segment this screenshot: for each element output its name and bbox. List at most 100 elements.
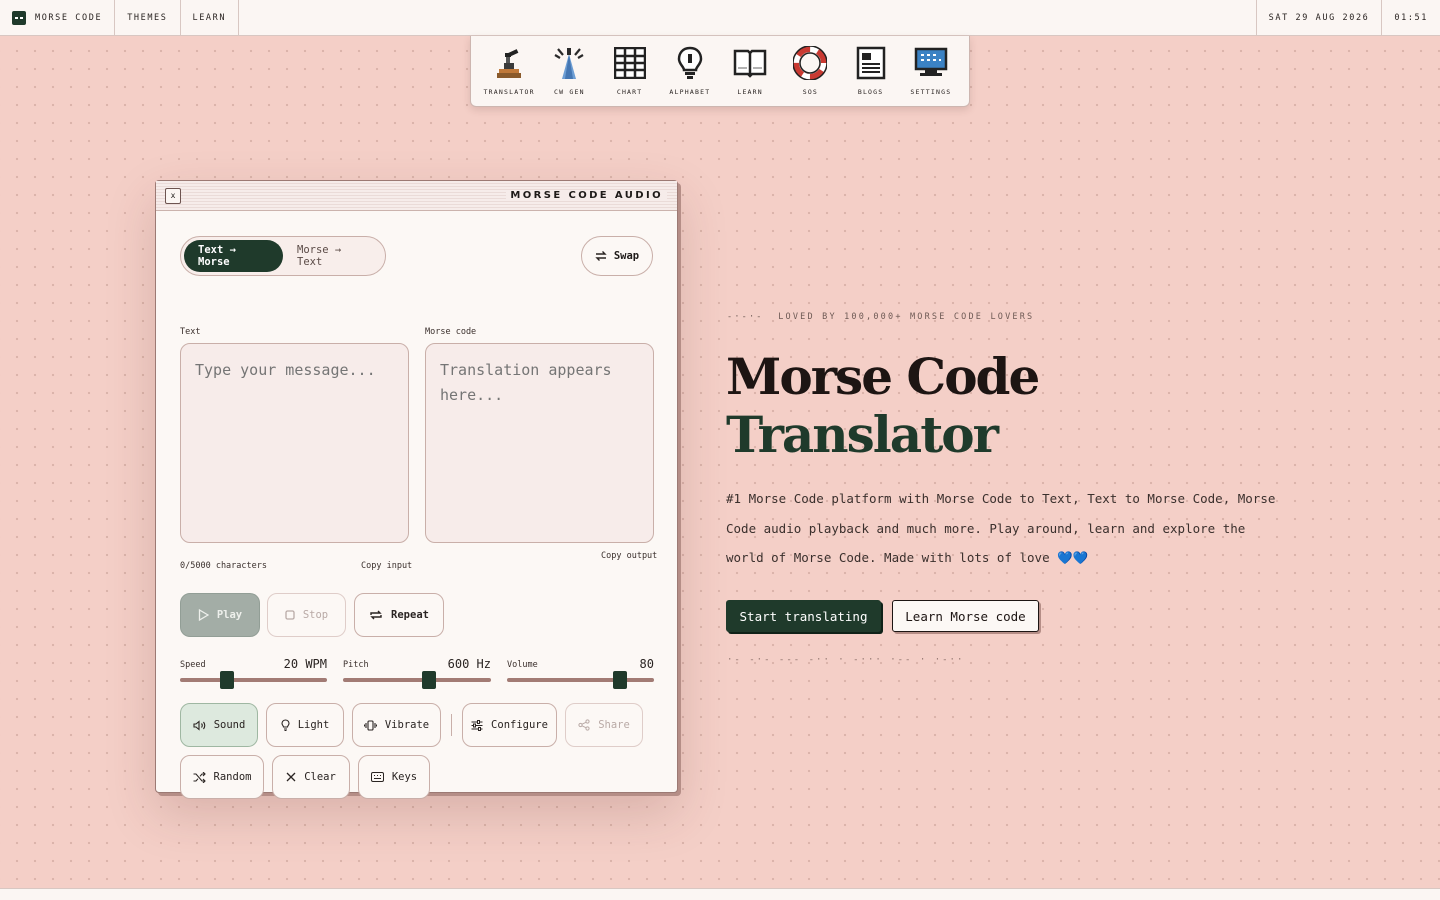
repeat-label: Repeat xyxy=(391,609,429,621)
stop-button[interactable]: Stop xyxy=(267,593,346,637)
speed-value: 20 WPM xyxy=(283,657,327,671)
bottom-bar xyxy=(0,888,1440,900)
random-button[interactable]: Random xyxy=(180,755,264,799)
hero-title-line-2: Translator xyxy=(726,405,999,464)
play-button[interactable]: Play xyxy=(180,593,260,637)
bulb-icon xyxy=(281,719,290,731)
lifebuoy-icon xyxy=(793,46,828,80)
speaker-icon xyxy=(193,719,205,731)
speed-slider-thumb[interactable] xyxy=(220,671,234,689)
speed-label: Speed xyxy=(180,660,206,670)
nav-themes[interactable]: Themes xyxy=(115,0,181,35)
dock-item-alphabet[interactable]: Alphabet xyxy=(663,46,717,96)
mode-text-to-morse[interactable]: Text → Morse xyxy=(184,240,283,272)
window-close-button[interactable]: x xyxy=(165,187,181,204)
keys-label: Keys xyxy=(391,771,418,783)
date-display: SAT 29 AUG 2026 xyxy=(1255,0,1382,35)
window-title-bar[interactable]: x Morse Code Audio xyxy=(156,181,677,211)
clear-label: Clear xyxy=(304,771,336,783)
random-label: Random xyxy=(213,771,252,783)
keys-button[interactable]: Keys xyxy=(358,755,430,799)
repeat-button[interactable]: Repeat xyxy=(354,593,444,637)
dock-item-sos[interactable]: SOS xyxy=(783,46,837,96)
grid-chart-icon xyxy=(613,46,647,80)
input-label: Text xyxy=(180,327,201,337)
brand-link[interactable]: Morse Code xyxy=(0,0,116,35)
dock-item-settings[interactable]: Settings xyxy=(904,46,958,96)
mode-morse-to-text[interactable]: Morse → Text xyxy=(283,240,382,272)
dock-label: Settings xyxy=(910,88,952,96)
sound-toggle[interactable]: Sound xyxy=(180,703,258,747)
dock-label: Chart xyxy=(616,88,643,96)
top-bar-left: Morse Code Themes Learn xyxy=(0,0,240,35)
output-label: Morse code xyxy=(425,327,477,337)
pitch-slider-thumb[interactable] xyxy=(422,671,436,689)
keyboard-icon xyxy=(370,772,384,782)
share-button[interactable]: Share xyxy=(565,703,643,747)
share-label: Share xyxy=(598,719,630,731)
speed-slider[interactable] xyxy=(180,671,327,689)
light-toggle[interactable]: Light xyxy=(266,703,344,747)
pitch-slider[interactable] xyxy=(343,671,491,689)
top-bar: Morse Code Themes Learn SAT 29 AUG 2026 … xyxy=(0,0,1440,36)
play-icon xyxy=(198,609,209,621)
shuffle-icon xyxy=(193,771,206,783)
dock-label: CW Gen xyxy=(554,88,585,96)
translator-window: x Morse Code Audio Text → Morse Morse → … xyxy=(155,180,678,799)
close-icon xyxy=(286,772,296,782)
stop-label: Stop xyxy=(302,609,329,621)
brand-name: Morse Code xyxy=(35,12,103,23)
dock-label: SOS xyxy=(802,88,819,96)
start-translating-button[interactable]: Start translating xyxy=(726,600,881,632)
nav-learn[interactable]: Learn xyxy=(181,0,240,35)
swap-icon xyxy=(595,251,607,261)
dock-item-learn[interactable]: Learn xyxy=(723,46,777,96)
window-body: Text → Morse Morse → Text Swap Text Mors… xyxy=(156,211,677,799)
copy-input-link[interactable]: Copy input xyxy=(361,561,412,571)
share-icon xyxy=(578,719,590,731)
hero-title-line-1: Morse Code xyxy=(726,347,1040,406)
open-book-icon xyxy=(733,46,767,80)
sound-label: Sound xyxy=(213,719,246,731)
configure-button[interactable]: Configure xyxy=(462,703,557,747)
pitch-value: 600 Hz xyxy=(447,657,491,671)
clock-display: 01:51 xyxy=(1381,0,1440,35)
vibrate-label: Vibrate xyxy=(384,719,430,731)
configure-label: Configure xyxy=(491,719,548,731)
brand-logo-icon xyxy=(12,10,26,25)
learn-morse-button[interactable]: Learn Morse code xyxy=(892,600,1039,632)
vibrate-icon xyxy=(363,719,377,731)
morse-output[interactable] xyxy=(425,343,654,543)
repeat-icon xyxy=(370,610,382,620)
window-title: Morse Code Audio xyxy=(506,190,667,201)
text-input[interactable] xyxy=(180,343,409,543)
dock-item-blogs[interactable]: Blogs xyxy=(844,46,898,96)
mode-toggle: Text → Morse Morse → Text xyxy=(180,236,386,276)
options-divider xyxy=(451,714,452,736)
hero-title: Morse Code Translator xyxy=(726,347,1040,464)
copy-output-link[interactable]: Copy output xyxy=(601,551,657,561)
clear-button[interactable]: Clear xyxy=(272,755,350,799)
vibrate-toggle[interactable]: Vibrate xyxy=(352,703,441,747)
dock-item-cw-gen[interactable]: CW Gen xyxy=(542,46,596,96)
pitch-label: Pitch xyxy=(343,660,369,670)
hero-description: #1 Morse Code platform with Morse Code t… xyxy=(726,491,1276,565)
dock-label: Learn xyxy=(737,88,763,96)
document-icon xyxy=(854,46,888,80)
radio-tower-icon xyxy=(552,46,586,80)
dock-item-translator[interactable]: Translator xyxy=(482,46,536,96)
hero-tagline: -·-·- LOVED BY 100,000+ MORSE CODE LOVER… xyxy=(727,312,1034,322)
telegraph-key-icon xyxy=(492,46,526,80)
lightbulb-icon xyxy=(673,46,707,80)
top-bar-right: SAT 29 AUG 2026 01:51 xyxy=(1255,0,1440,35)
dock-label: Alphabet xyxy=(669,88,711,96)
volume-slider[interactable] xyxy=(507,671,654,689)
volume-slider-thumb[interactable] xyxy=(613,671,627,689)
play-label: Play xyxy=(216,609,243,621)
dock-item-chart[interactable]: Chart xyxy=(603,46,657,96)
swap-button[interactable]: Swap xyxy=(581,236,653,276)
dock-label: Translator xyxy=(483,88,535,96)
dock-label: Blogs xyxy=(857,88,884,96)
volume-label: Volume xyxy=(507,660,538,670)
stop-icon xyxy=(285,610,295,620)
